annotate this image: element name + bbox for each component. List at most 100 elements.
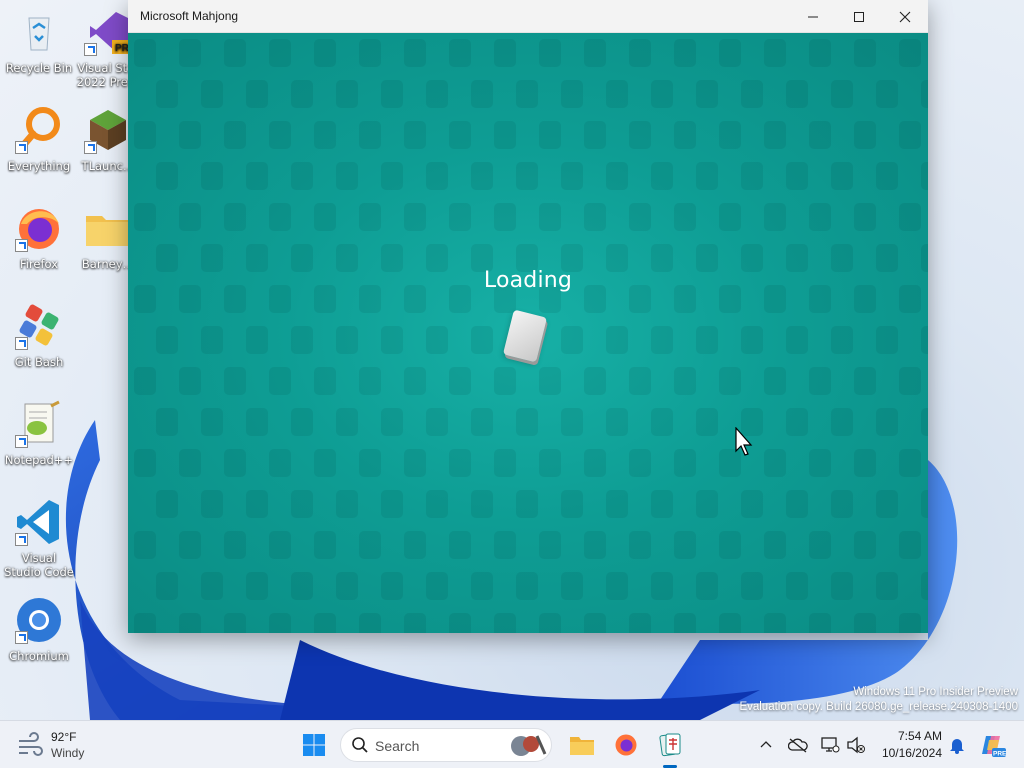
- background-tile-shape: [629, 39, 651, 67]
- background-tile-shape: [314, 39, 336, 67]
- background-tile-shape: [426, 408, 448, 436]
- background-tile-shape: [381, 572, 403, 600]
- taskbar: 92°F Windy Search 7:54 AM 10/16/2024 PRE: [0, 720, 1024, 768]
- volume-muted-icon: [847, 736, 865, 754]
- file-explorer-icon: [570, 737, 594, 755]
- background-tile-shape: [809, 449, 831, 477]
- background-tile-shape: [899, 531, 921, 559]
- desktop-icon-everything[interactable]: Everything: [3, 104, 75, 173]
- desktop-icon-chromium[interactable]: Chromium: [3, 594, 75, 663]
- notification-center-button[interactable]: [946, 727, 968, 763]
- background-tile-shape: [921, 490, 928, 518]
- background-tile-shape: [246, 162, 268, 190]
- minimize-button[interactable]: [790, 0, 836, 33]
- background-tile-shape: [471, 162, 493, 190]
- taskbar-search-box[interactable]: Search: [340, 728, 552, 762]
- background-tile-shape: [381, 162, 403, 190]
- background-tile-shape: [899, 367, 921, 395]
- background-tile-shape: [381, 326, 403, 354]
- background-tile-shape: [696, 490, 718, 518]
- desktop-icon-firefox[interactable]: Firefox: [3, 202, 75, 271]
- tray-onedrive[interactable]: [786, 727, 810, 763]
- background-tile-shape: [291, 572, 313, 600]
- background-tile-shape: [764, 531, 786, 559]
- background-tile-shape: [809, 367, 831, 395]
- background-tile-shape: [269, 613, 291, 633]
- background-tile-shape: [494, 613, 516, 633]
- background-tile-shape: [201, 408, 223, 436]
- minimize-icon: [808, 16, 818, 17]
- background-tile-shape: [381, 408, 403, 436]
- background-tile-shape: [719, 613, 741, 633]
- tray-network[interactable]: [818, 727, 842, 763]
- tray-volume[interactable]: [844, 727, 868, 763]
- taskbar-firefox[interactable]: [608, 727, 644, 763]
- background-tile-shape: [291, 408, 313, 436]
- desktop-icon-vscode[interactable]: Visual Studio Code: [3, 496, 75, 579]
- taskbar-file-explorer[interactable]: [564, 727, 600, 763]
- background-tile-shape: [719, 203, 741, 231]
- background-tile-shape: [809, 531, 831, 559]
- background-tile-shape: [786, 572, 808, 600]
- background-tile-shape: [561, 490, 583, 518]
- clock-date[interactable]: 10/16/2024: [870, 746, 942, 760]
- background-tile-shape: [359, 203, 381, 231]
- background-tile-shape: [156, 572, 178, 600]
- network-icon: [821, 737, 840, 753]
- os-watermark: Windows 11 Pro Insider Preview Evaluatio…: [739, 685, 1018, 715]
- background-tile-shape: [651, 408, 673, 436]
- background-tile-shape: [246, 572, 268, 600]
- desktop-icon-git-bash[interactable]: Git Bash: [3, 300, 75, 369]
- title-bar[interactable]: Microsoft Mahjong: [128, 0, 928, 33]
- background-tile-shape: [404, 39, 426, 67]
- background-tile-shape: [179, 367, 201, 395]
- background-tile-shape: [494, 203, 516, 231]
- background-tile-shape: [246, 326, 268, 354]
- notification-bell-icon: [950, 739, 964, 754]
- taskbar-mahjong[interactable]: [652, 727, 688, 763]
- background-tile-shape: [156, 490, 178, 518]
- background-tile-shape: [539, 531, 561, 559]
- background-tile-shape: [584, 203, 606, 231]
- game-canvas[interactable]: Loading: [128, 33, 928, 633]
- copilot-button[interactable]: PRE: [978, 727, 1008, 763]
- clock-time[interactable]: 7:54 AM: [870, 729, 942, 743]
- background-tile-shape: [899, 39, 921, 67]
- background-tile-shape: [584, 39, 606, 67]
- background-tile-shape: [561, 326, 583, 354]
- background-tile-shape: [876, 162, 898, 190]
- background-tile-shape: [314, 613, 336, 633]
- tray-overflow-button[interactable]: [754, 727, 778, 763]
- maximize-icon: [854, 11, 864, 22]
- background-tile-shape: [224, 531, 246, 559]
- background-tile-shape: [674, 531, 696, 559]
- start-button[interactable]: [296, 727, 332, 763]
- background-tile-shape: [786, 80, 808, 108]
- background-tile-shape: [629, 203, 651, 231]
- desktop-icon-notepad-plus-plus[interactable]: Notepad++: [3, 398, 75, 467]
- wind-icon: [19, 732, 43, 756]
- shortcut-arrow-icon: [15, 533, 28, 546]
- background-tile-shape: [314, 531, 336, 559]
- desktop-icon-label: Recycle Bin: [5, 61, 73, 75]
- weather-widget[interactable]: 92°F Windy: [14, 729, 104, 761]
- background-tile-shape: [854, 121, 876, 149]
- background-tile-shape: [629, 367, 651, 395]
- background-tile-shape: [719, 39, 741, 67]
- background-tile-shape: [876, 326, 898, 354]
- background-tile-shape: [539, 203, 561, 231]
- shortcut-arrow-icon: [15, 239, 28, 252]
- shortcut-arrow-icon: [15, 631, 28, 644]
- svg-text:PRE: PRE: [993, 751, 1006, 758]
- maximize-button[interactable]: [836, 0, 882, 33]
- background-tile-shape: [404, 613, 426, 633]
- background-tile-shape: [359, 613, 381, 633]
- close-icon: [899, 11, 911, 22]
- background-tile-shape: [899, 121, 921, 149]
- desktop-icon-recycle-bin[interactable]: Recycle Bin: [3, 6, 75, 75]
- background-tile-shape: [786, 162, 808, 190]
- close-button[interactable]: [882, 0, 928, 33]
- background-tile-shape: [269, 203, 291, 231]
- background-tile-shape: [561, 572, 583, 600]
- background-tile-shape: [291, 326, 313, 354]
